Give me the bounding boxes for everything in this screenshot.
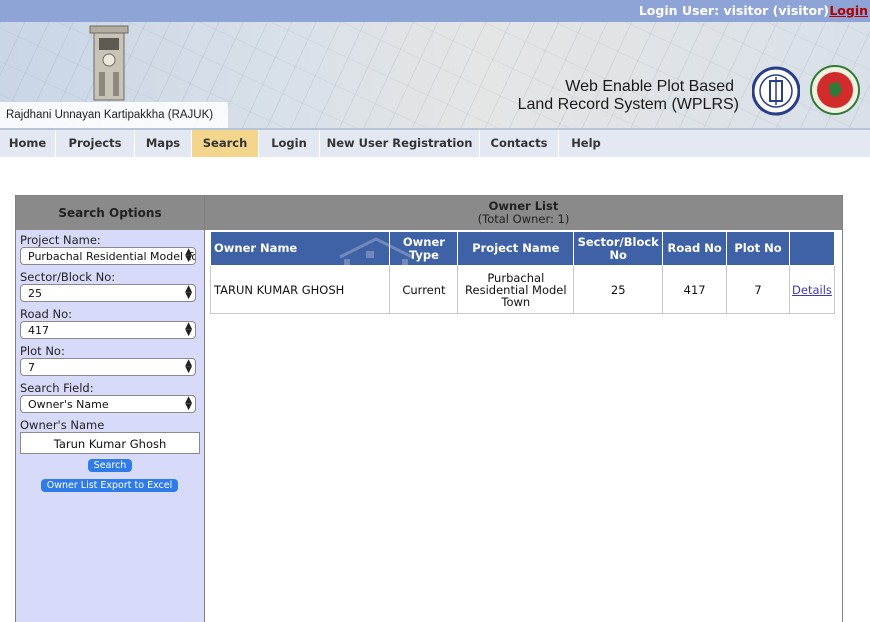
owner-table-header-row: Owner Name Owner Type Project Name Secto…	[209, 231, 836, 266]
col-header-plot-no: Plot No	[726, 231, 790, 266]
col-header-project-name: Project Name	[457, 231, 575, 266]
plot-no-value: 7	[28, 361, 35, 374]
road-no-label: Road No:	[20, 307, 73, 321]
project-name-value: Purbachal Residential Model Town	[28, 250, 196, 263]
search-button[interactable]: Search	[88, 459, 132, 472]
select-arrows-icon: ▲ ▼	[185, 321, 192, 338]
select-arrows-icon: ▲ ▼	[185, 284, 192, 301]
nav-contacts[interactable]: Contacts	[480, 130, 559, 157]
house-watermark-icon	[339, 237, 413, 265]
road-no-value: 417	[28, 324, 49, 337]
owner-list-total: (Total Owner: 1)	[477, 212, 570, 226]
nav-new-user-registration[interactable]: New User Registration	[320, 130, 480, 157]
col-header-road-no: Road No	[662, 231, 728, 266]
cell-owner-type: Current	[389, 265, 459, 314]
owner-table: Owner Name Owner Type Project Name Secto…	[209, 231, 836, 314]
search-options-heading: Search Options	[16, 196, 204, 230]
select-arrows-icon: ▲ ▼	[185, 247, 192, 264]
road-no-select[interactable]: 417 ▲ ▼	[20, 321, 196, 339]
select-arrows-icon: ▲ ▼	[185, 395, 192, 412]
login-user-text: Login User: visitor (visitor)	[638, 3, 829, 18]
government-seal-icon	[810, 65, 860, 115]
cell-sector: 25	[573, 265, 664, 314]
owner-list-panel: Owner List (Total Owner: 1) Owner Name O…	[205, 195, 843, 622]
cell-plot: 7	[726, 265, 790, 314]
nav-maps[interactable]: Maps	[135, 130, 192, 157]
main-nav: Home Projects Maps Search Login New User…	[0, 128, 870, 157]
page: Login User: visitor (visitor) Login Rajd…	[0, 0, 870, 622]
login-link[interactable]: Login	[829, 3, 868, 18]
top-login-bar: Login User: visitor (visitor) Login	[0, 0, 870, 22]
search-options-panel: Search Options Project Name: Purbachal R…	[15, 195, 205, 622]
nav-login[interactable]: Login	[259, 130, 320, 157]
owner-name-input[interactable]: Tarun Kumar Ghosh	[20, 432, 200, 454]
nav-search[interactable]: Search	[192, 130, 259, 157]
nav-help[interactable]: Help	[559, 130, 613, 157]
details-link[interactable]: Details	[792, 283, 832, 297]
sector-block-label: Sector/Block No:	[20, 270, 116, 284]
cell-owner-name: TARUN KUMAR GHOSH	[209, 265, 391, 314]
search-field-label: Search Field:	[20, 381, 94, 395]
organization-name: Rajdhani Unnayan Kartipakkha (RAJUK)	[0, 102, 228, 128]
cell-project-name: Purbachal Residential Model Town	[457, 265, 575, 314]
search-field-value: Owner's Name	[28, 398, 109, 411]
owner-name-label: Owner's Name	[20, 418, 105, 432]
table-row: TARUN KUMAR GHOSH Current Purbachal Resi…	[209, 265, 836, 314]
sector-block-select[interactable]: 25 ▲ ▼	[20, 284, 196, 302]
nav-home[interactable]: Home	[0, 130, 56, 157]
cell-details: Details	[788, 265, 836, 314]
plot-no-label: Plot No:	[20, 344, 65, 358]
cell-road: 417	[662, 265, 728, 314]
nav-projects[interactable]: Projects	[56, 130, 135, 157]
col-header-details	[788, 231, 836, 266]
project-name-select[interactable]: Purbachal Residential Model Town ▲ ▼	[20, 247, 196, 265]
search-field-select[interactable]: Owner's Name ▲ ▼	[20, 395, 196, 413]
header-banner: Rajdhani Unnayan Kartipakkha (RAJUK) Web…	[0, 22, 870, 128]
system-title-line1: Web Enable Plot Based	[565, 78, 734, 95]
clock-tower-icon	[89, 25, 129, 101]
project-name-label: Project Name:	[20, 233, 101, 247]
export-excel-button[interactable]: Owner List Export to Excel	[41, 479, 178, 492]
plot-no-select[interactable]: 7 ▲ ▼	[20, 358, 196, 376]
sector-block-value: 25	[28, 287, 42, 300]
select-arrows-icon: ▲ ▼	[185, 358, 192, 375]
rajuk-seal-icon	[752, 66, 800, 116]
col-header-sector-block: Sector/Block No	[573, 231, 664, 266]
owner-list-heading: Owner List (Total Owner: 1)	[205, 196, 842, 230]
system-title-line2: Land Record System (WPLRS)	[517, 96, 739, 113]
